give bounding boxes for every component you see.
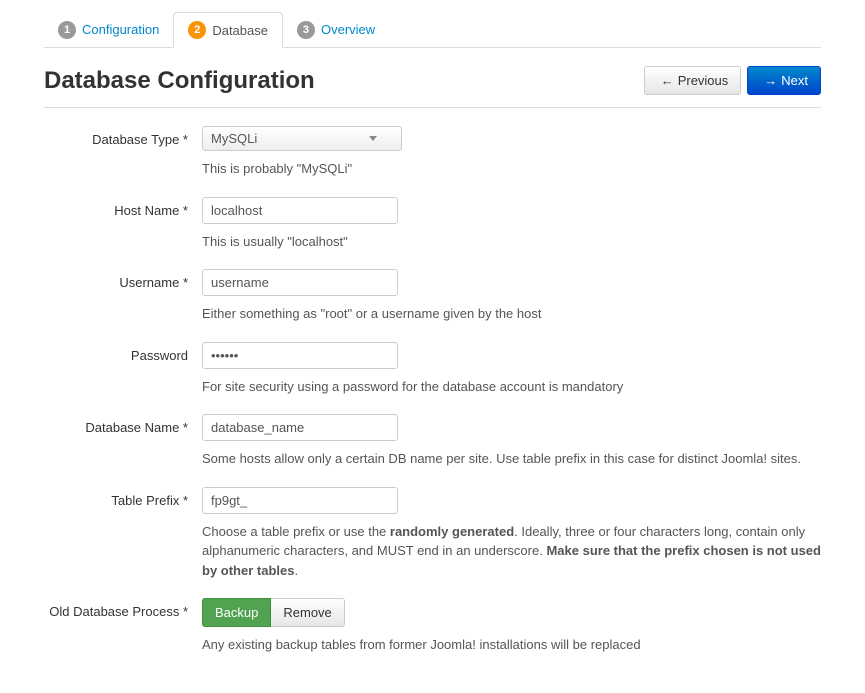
arrow-right-icon: → (764, 73, 777, 88)
row-table-prefix: Table Prefix * Choose a table prefix or … (44, 487, 821, 581)
row-database-name: Database Name * Some hosts allow only a … (44, 414, 821, 469)
username-input[interactable] (202, 269, 398, 296)
previous-label: Previous (678, 73, 729, 88)
label-old-database-process: Old Database Process * (44, 598, 202, 655)
label-database-type: Database Type * (44, 126, 202, 179)
old-db-toggle-group: Backup Remove (202, 598, 345, 627)
row-password: Password For site security using a passw… (44, 342, 821, 397)
arrow-left-icon: ← (661, 73, 674, 88)
database-name-input[interactable] (202, 414, 398, 441)
database-type-select[interactable]: MySQLi (202, 126, 402, 151)
help-password: For site security using a password for t… (202, 377, 821, 397)
row-old-database-process: Old Database Process * Backup Remove Any… (44, 598, 821, 655)
step-number: 2 (188, 21, 206, 39)
label-table-prefix: Table Prefix * (44, 487, 202, 581)
row-host-name: Host Name * This is usually "localhost" (44, 197, 821, 252)
step-label: Database (212, 23, 268, 38)
backup-button[interactable]: Backup (202, 598, 271, 627)
host-name-input[interactable] (202, 197, 398, 224)
step-tab-overview[interactable]: 3 Overview (283, 12, 389, 47)
help-username: Either something as "root" or a username… (202, 304, 821, 324)
nav-buttons: ← Previous → Next (644, 66, 821, 95)
chevron-down-icon (369, 136, 377, 141)
page-title: Database Configuration (44, 67, 315, 95)
table-prefix-input[interactable] (202, 487, 398, 514)
next-label: Next (781, 73, 808, 88)
remove-button[interactable]: Remove (271, 598, 344, 627)
step-tab-configuration[interactable]: 1 Configuration (44, 12, 173, 47)
previous-button[interactable]: ← Previous (644, 66, 742, 95)
help-old-database-process: Any existing backup tables from former J… (202, 635, 821, 655)
help-database-name: Some hosts allow only a certain DB name … (202, 449, 821, 469)
password-input[interactable] (202, 342, 398, 369)
label-database-name: Database Name * (44, 414, 202, 469)
label-host-name: Host Name * (44, 197, 202, 252)
help-database-type: This is probably "MySQLi" (202, 159, 821, 179)
row-username: Username * Either something as "root" or… (44, 269, 821, 324)
step-number: 1 (58, 21, 76, 39)
label-password: Password (44, 342, 202, 397)
label-username: Username * (44, 269, 202, 324)
step-label: Configuration (82, 22, 159, 37)
row-database-type: Database Type * MySQLi This is probably … (44, 126, 821, 179)
step-label: Overview (321, 22, 375, 37)
help-host-name: This is usually "localhost" (202, 232, 821, 252)
header-row: Database Configuration ← Previous → Next (44, 66, 821, 108)
next-button[interactable]: → Next (747, 66, 821, 95)
step-tabs: 1 Configuration 2 Database 3 Overview (44, 12, 821, 48)
database-type-value: MySQLi (211, 131, 257, 146)
help-table-prefix: Choose a table prefix or use the randoml… (202, 522, 821, 581)
step-number: 3 (297, 21, 315, 39)
step-tab-database[interactable]: 2 Database (173, 12, 283, 48)
